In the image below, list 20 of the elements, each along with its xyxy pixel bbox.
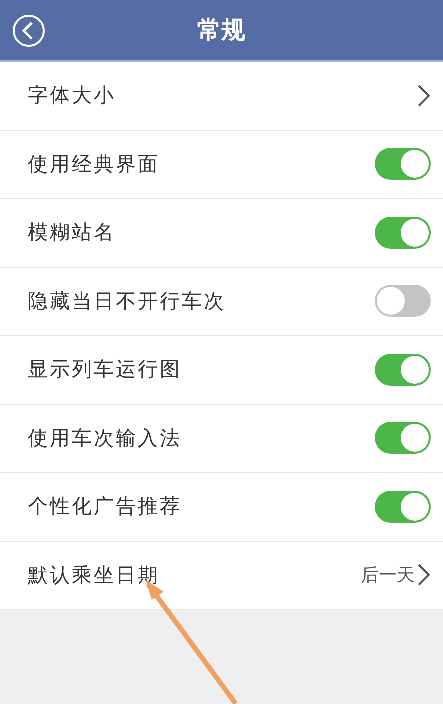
toggle-switch[interactable] [375,354,431,386]
setting-label: 使用车次输入法 [28,424,182,452]
chevron-icon [417,84,431,108]
setting-label: 字体大小 [28,82,116,110]
setting-label: 个性化广告推荐 [28,493,182,520]
toggle-switch[interactable] [375,422,431,454]
setting-label: 显示列车运行图 [28,356,182,384]
toggle-switch[interactable] [375,148,431,180]
setting-label: 默认乘坐日期 [28,562,160,589]
back-button[interactable] [12,14,46,48]
page-title: 常规 [198,15,246,46]
toggle-switch[interactable] [375,216,431,249]
setting-label: 使用经典界面 [28,150,160,178]
setting-value: 后一天 [361,564,415,588]
toggle-switch[interactable] [375,285,431,318]
toggle-switch[interactable] [375,490,431,523]
setting-label: 模糊站名 [28,219,116,246]
chevron-icon [417,563,431,588]
back-icon [12,14,46,48]
setting-label: 隐藏当日不开行车次 [28,288,226,315]
